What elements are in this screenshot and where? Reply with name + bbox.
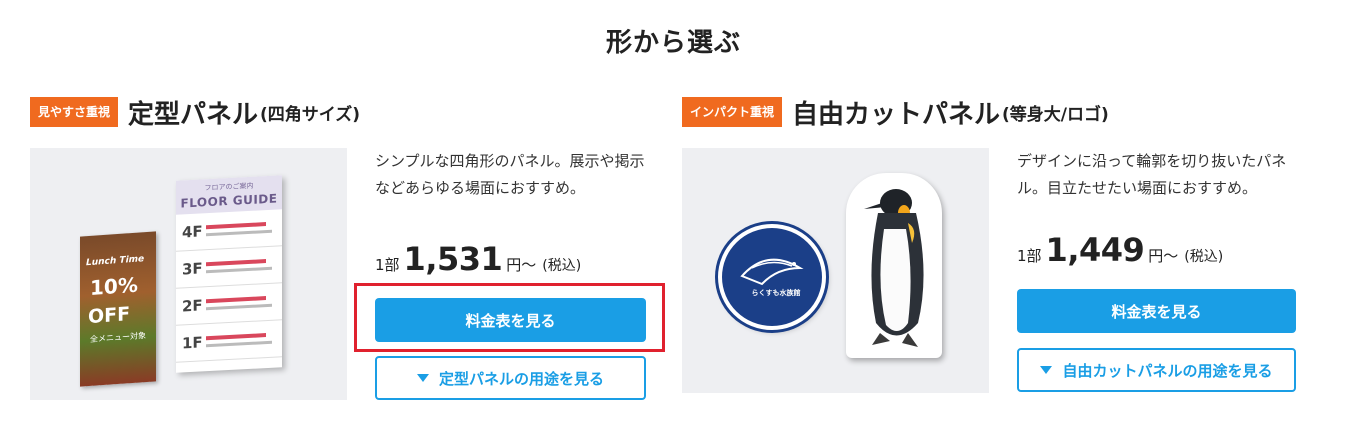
- aquarium-logo-image: らくすも水族館: [718, 224, 826, 330]
- product-name-sub: (四角サイズ): [260, 104, 361, 125]
- product-name: 定型パネル: [128, 99, 259, 130]
- product-card-free-cut-panel: インパクト重視 自由カットパネル (等身大/ロゴ) らくすも水族館 デザインに沿…: [682, 90, 1302, 420]
- price-value: 1,449: [1045, 231, 1145, 269]
- feature-badge: 見やすさ重視: [30, 97, 119, 127]
- price-yen: 円〜: [1148, 247, 1179, 265]
- price-table-button[interactable]: 料金表を見る: [1017, 289, 1296, 333]
- section-title: 形から選ぶ: [605, 28, 741, 58]
- card-header: 見やすさ重視 定型パネル (四角サイズ): [30, 92, 360, 132]
- price-tax: (税込): [542, 258, 582, 274]
- price-yen: 円〜: [506, 256, 537, 274]
- highlight-box: [354, 283, 665, 352]
- product-description: デザインに沿って輪郭を切り抜いたパネル。目立たせたい場面におすすめ。: [1017, 152, 1287, 197]
- product-info: デザインに沿って輪郭を切り抜いたパネル。目立たせたい場面におすすめ。 1部 1,…: [1017, 148, 1297, 392]
- logo-text: らくすも水族館: [751, 289, 801, 297]
- price: 1部 1,449 円〜 (税込): [1017, 231, 1223, 269]
- usage-toggle-button[interactable]: 定型パネルの用途を見る: [375, 356, 646, 400]
- price: 1部 1,531 円〜 (税込): [375, 240, 581, 278]
- usage-toggle-label: 自由カットパネルの用途を見る: [1062, 361, 1273, 380]
- price-unit: 1部: [1017, 247, 1042, 265]
- poster-text: OFF: [88, 303, 131, 329]
- floor-label: 3F: [182, 259, 203, 279]
- penguin-cutout-image: [846, 173, 942, 358]
- product-description: シンプルな四角形のパネル。展示や掲示などあらゆる場面におすすめ。: [375, 152, 645, 197]
- usage-toggle-button[interactable]: 自由カットパネルの用途を見る: [1017, 348, 1296, 392]
- price-unit: 1部: [375, 256, 400, 274]
- product-name-sub: (等身大/ロゴ): [1002, 104, 1109, 125]
- triangle-down-icon: [1040, 366, 1053, 374]
- poster-text: 全メニュー対象: [90, 331, 146, 344]
- price-tax: (税込): [1184, 249, 1224, 265]
- poster-text: Lunch Time: [86, 254, 145, 269]
- floor-guide-panel-image: フロアのご案内 FLOOR GUIDE 4F 3F 2F 1F: [176, 175, 282, 373]
- card-header: インパクト重視 自由カットパネル (等身大/ロゴ): [682, 92, 1109, 132]
- product-info: シンプルな四角形のパネル。展示や掲示などあらゆる場面におすすめ。 1部 1,53…: [375, 148, 655, 400]
- poster-text: 10%: [90, 272, 138, 300]
- product-name: 自由カットパネル: [792, 99, 1001, 130]
- penguin-icon: [864, 189, 924, 347]
- floor-label: 2F: [182, 296, 203, 316]
- product-image: Lunch Time 10% OFF 全メニュー対象 フロアのご案内 FLOOR…: [30, 148, 347, 400]
- product-image: らくすも水族館: [682, 148, 989, 393]
- floor-label: 4F: [182, 222, 203, 242]
- price-value: 1,531: [403, 240, 503, 278]
- product-card-standard-panel: 見やすさ重視 定型パネル (四角サイズ) Lunch Time 10% OFF …: [30, 90, 650, 420]
- triangle-down-icon: [416, 374, 429, 382]
- guide-title: FLOOR GUIDE: [180, 191, 278, 211]
- usage-toggle-label: 定型パネルの用途を見る: [438, 369, 604, 388]
- feature-badge: インパクト重視: [682, 97, 783, 127]
- floor-label: 1F: [182, 333, 203, 353]
- lunch-poster-image: Lunch Time 10% OFF 全メニュー対象: [80, 231, 156, 387]
